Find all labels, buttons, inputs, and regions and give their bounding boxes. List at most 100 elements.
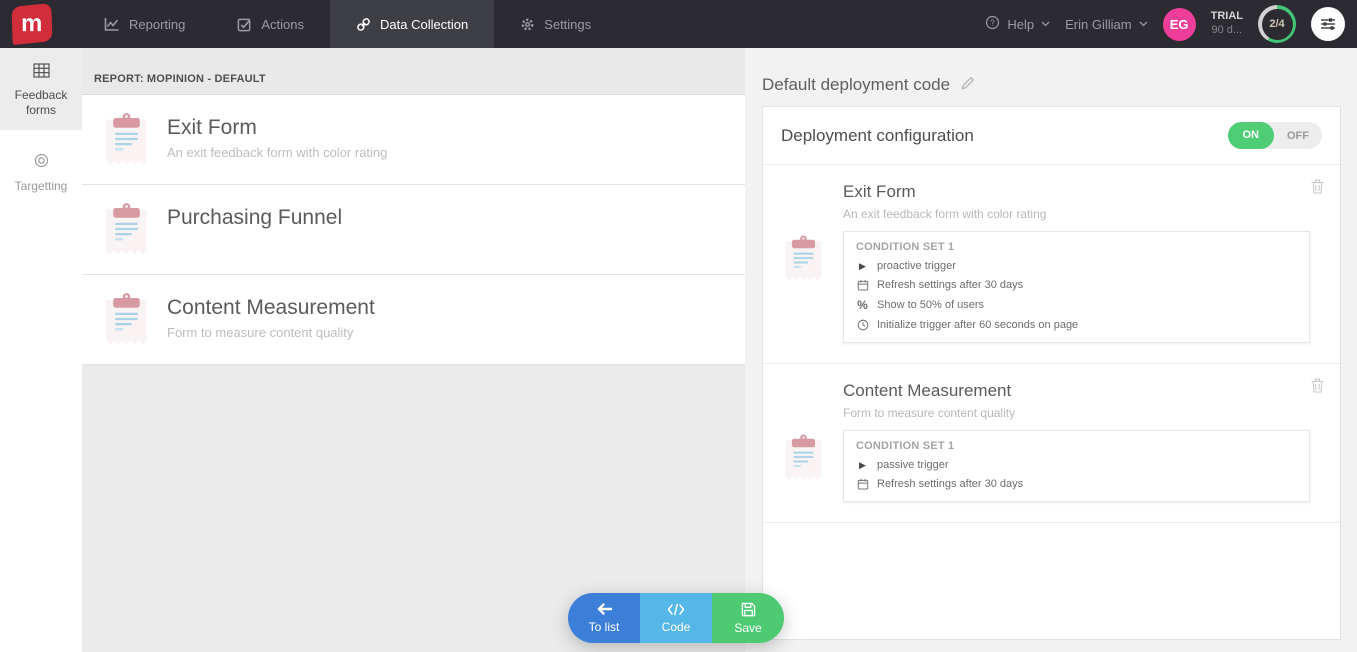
play-icon: ▶ (856, 261, 869, 272)
logo-letter: m (21, 10, 42, 38)
deployment-section-exit-form: Exit Form An exit feedback form with col… (763, 165, 1340, 364)
play-icon: ▶ (856, 460, 869, 471)
condition-text: Show to 50% of users (877, 299, 984, 311)
sidebar-item-label: Targetting (4, 179, 78, 193)
delete-form-button[interactable] (1311, 179, 1324, 199)
usage-progress-ring: 2/4 (1258, 5, 1296, 43)
condition-text: proactive trigger (877, 260, 956, 272)
chevron-down-icon (1041, 21, 1050, 27)
code-button[interactable]: Code (640, 593, 712, 643)
clipboard-icon (103, 201, 150, 258)
condition-set-box[interactable]: CONDITION SET 1 ▶ passive trigger Refres… (843, 430, 1310, 502)
percent-icon: % (856, 298, 869, 312)
code-icon (667, 603, 685, 616)
condition-row: % Show to 50% of users (856, 298, 1297, 312)
toggle-on-button[interactable]: ON (1228, 122, 1275, 149)
sliders-icon (1320, 17, 1336, 31)
tab-reporting[interactable]: Reporting (78, 0, 211, 48)
avatar[interactable]: EG (1163, 8, 1196, 41)
condition-text: passive trigger (877, 459, 949, 471)
sidebar: Feedback forms Targetting (0, 48, 82, 652)
deployment-section-content-measurement: Content Measurement Form to measure cont… (763, 364, 1340, 523)
to-list-button[interactable]: To list (568, 593, 640, 643)
condition-row: ▶ proactive trigger (856, 260, 1297, 272)
nav-right: ? Help Erin Gilliam EG TRIAL 90 d... 2/4 (985, 0, 1357, 48)
report-header-label: REPORT: MOPINION - DEFAULT (94, 73, 266, 85)
form-title: Exit Form (167, 116, 387, 140)
condition-row: ▶ passive trigger (856, 459, 1297, 471)
deployment-title: Default deployment code (762, 75, 950, 95)
section-title: Content Measurement (843, 381, 1322, 401)
button-label: To list (589, 620, 620, 634)
deployment-config-title: Deployment configuration (781, 126, 974, 146)
deployment-panel: Default deployment code Deployment confi… (745, 48, 1357, 652)
condition-set-box[interactable]: CONDITION SET 1 ▶ proactive trigger Refr… (843, 231, 1310, 343)
preferences-button[interactable] (1311, 7, 1345, 41)
link-icon (356, 17, 371, 32)
tab-label: Settings (544, 17, 591, 32)
tab-label: Actions (261, 17, 304, 32)
clipboard-icon (783, 234, 824, 288)
footer-action-bar: To list Code Save (568, 593, 784, 643)
section-title: Exit Form (843, 182, 1322, 202)
toggle-off-button[interactable]: OFF (1274, 130, 1322, 142)
calendar-icon (856, 478, 869, 490)
tab-label: Data Collection (380, 17, 468, 32)
condition-text: Initialize trigger after 60 seconds on p… (877, 319, 1078, 331)
forms-panel: REPORT: MOPINION - DEFAULT Exit Form A (82, 48, 745, 652)
edit-pencil-icon[interactable] (961, 75, 976, 95)
clock-icon (856, 319, 869, 331)
avatar-initials: EG (1170, 17, 1189, 32)
clipboard-icon (103, 291, 150, 348)
form-list-item-exit-form[interactable]: Exit Form An exit feedback form with col… (82, 95, 745, 185)
tab-actions[interactable]: Actions (211, 0, 330, 48)
arrow-left-icon (596, 602, 613, 616)
sidebar-item-targetting[interactable]: Targetting (0, 138, 82, 206)
help-icon: ? (985, 15, 1000, 33)
usage-count: 2/4 (1269, 18, 1284, 30)
form-list-item-purchasing-funnel[interactable]: Purchasing Funnel (82, 185, 745, 275)
trial-status: TRIAL 90 d... (1211, 10, 1243, 38)
report-header: REPORT: MOPINION - DEFAULT (82, 48, 745, 95)
chevron-down-icon (1139, 21, 1148, 27)
app-window: m Reporting Actions Data Collection (0, 0, 1357, 652)
tab-settings[interactable]: Settings (494, 0, 617, 48)
user-menu[interactable]: Erin Gilliam (1065, 17, 1147, 32)
condition-row: Initialize trigger after 60 seconds on p… (856, 319, 1297, 331)
nav-tabs: Reporting Actions Data Collection Settin… (78, 0, 617, 48)
checkbox-icon (237, 17, 252, 32)
clipboard-icon (783, 433, 824, 487)
svg-text:?: ? (991, 17, 996, 27)
tab-label: Reporting (129, 17, 185, 32)
table-grid-icon (4, 63, 78, 81)
delete-form-button[interactable] (1311, 378, 1324, 398)
form-title: Purchasing Funnel (167, 206, 342, 230)
section-subtitle: An exit feedback form with color rating (843, 207, 1322, 221)
form-list-item-content-measurement[interactable]: Content Measurement Form to measure cont… (82, 275, 745, 365)
button-label: Code (662, 620, 691, 634)
tab-data-collection[interactable]: Data Collection (330, 0, 494, 48)
calendar-icon (856, 279, 869, 291)
clipboard-icon (103, 111, 150, 168)
target-icon (4, 153, 78, 171)
main-content: REPORT: MOPINION - DEFAULT Exit Form A (82, 48, 1357, 652)
condition-row: Refresh settings after 30 days (856, 279, 1297, 291)
chart-line-icon (104, 17, 120, 32)
user-name: Erin Gilliam (1065, 17, 1131, 32)
gear-icon (520, 17, 535, 32)
form-subtitle: Form to measure content quality (167, 325, 375, 340)
mopinion-logo-icon: m (11, 3, 52, 45)
help-menu[interactable]: ? Help (985, 15, 1050, 33)
trial-days-left: 90 d... (1211, 24, 1243, 38)
condition-row: Refresh settings after 30 days (856, 478, 1297, 490)
form-title: Content Measurement (167, 296, 375, 320)
section-subtitle: Form to measure content quality (843, 406, 1322, 420)
save-icon (741, 602, 756, 617)
save-button[interactable]: Save (712, 593, 784, 643)
sidebar-item-feedback-forms[interactable]: Feedback forms (0, 48, 82, 130)
deployment-card: Deployment configuration ON OFF (762, 106, 1341, 640)
brand-logo[interactable]: m (0, 0, 78, 48)
trash-icon (1311, 179, 1324, 194)
condition-text: Refresh settings after 30 days (877, 478, 1023, 490)
sidebar-item-label: Feedback forms (4, 88, 78, 117)
